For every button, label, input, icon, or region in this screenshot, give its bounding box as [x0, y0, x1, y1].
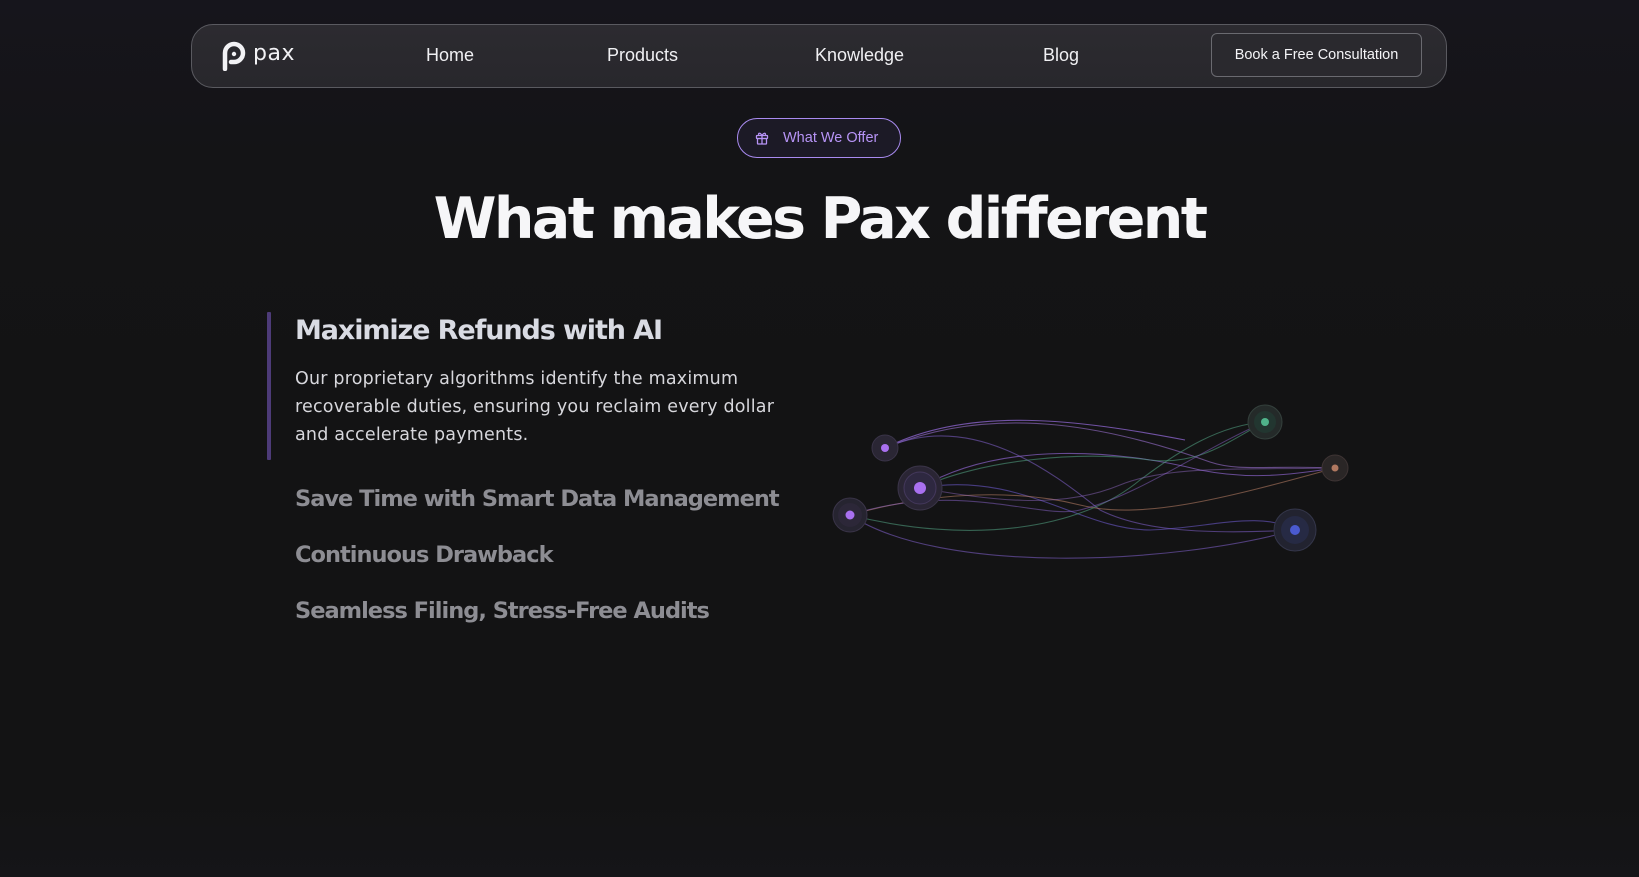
feature-active-description: Our proprietary algorithms identify the …: [295, 369, 775, 445]
feature-active-title[interactable]: Maximize Refunds with AI: [295, 315, 663, 346]
top-navbar: pax Home Products Knowledge Blog Book a …: [191, 24, 1447, 88]
nav-link-products[interactable]: Products: [607, 45, 678, 66]
feature-item-smart-data[interactable]: Save Time with Smart Data Management: [295, 486, 780, 512]
logo-wordmark: pax: [253, 40, 295, 66]
section-title: What makes Pax different: [433, 186, 1208, 252]
gift-icon: [755, 132, 769, 145]
badge-label: What We Offer: [783, 130, 879, 146]
page: pax Home Products Knowledge Blog Book a …: [0, 0, 1639, 877]
what-we-offer-badge: What We Offer: [737, 118, 901, 158]
feature-item-continuous-drawback[interactable]: Continuous Drawback: [295, 542, 554, 568]
pax-logo-icon: [222, 41, 246, 71]
network-graph-illustration: [832, 404, 1349, 559]
feature-item-seamless-filing[interactable]: Seamless Filing, Stress-Free Audits: [295, 598, 710, 624]
pax-logo[interactable]: pax: [222, 40, 295, 72]
nav-link-knowledge[interactable]: Knowledge: [815, 45, 904, 66]
active-feature-indicator: [267, 312, 271, 460]
nav-link-blog[interactable]: Blog: [1043, 45, 1079, 66]
nav-link-home[interactable]: Home: [426, 45, 474, 66]
book-consultation-button[interactable]: Book a Free Consultation: [1211, 33, 1422, 77]
network-nodes: [832, 404, 1349, 552]
